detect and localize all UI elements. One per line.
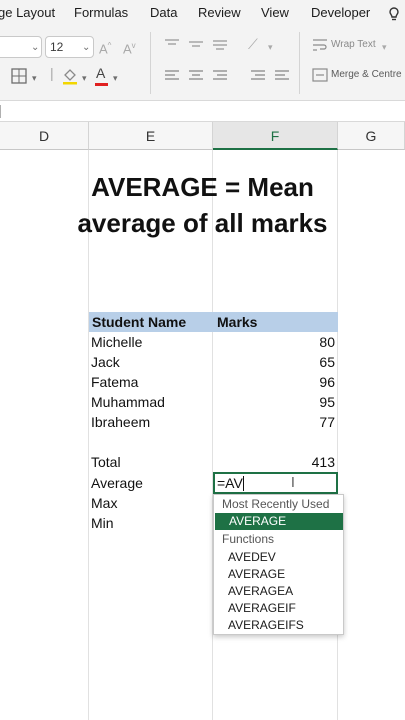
function-autocomplete-dropdown: Most Recently Used AVERAGE Functions AVE… xyxy=(213,494,344,635)
increase-font-icon[interactable]: A^ xyxy=(99,39,111,56)
ribbon-separator xyxy=(150,32,151,94)
fill-color-icon[interactable] xyxy=(62,67,78,85)
student-name-cell[interactable]: Fatema xyxy=(91,372,138,392)
mark-cell[interactable]: 96 xyxy=(215,372,335,392)
column-header-g[interactable]: G xyxy=(338,122,405,150)
tab-view[interactable]: View xyxy=(261,5,289,20)
column-header-e[interactable]: E xyxy=(89,122,213,150)
merge-centre-button[interactable]: Merge & Centre xyxy=(331,69,402,80)
ribbon-home: ⌄ 12 ⌄ A^ Av ▾ | ▾ A ▾ ⟋ ▾ Wrap Text ▾ M… xyxy=(0,28,405,100)
total-value[interactable]: 413 xyxy=(215,452,335,472)
tab-formulas[interactable]: Formulas xyxy=(74,5,128,20)
table-header-marks[interactable]: Marks xyxy=(217,312,257,332)
wrap-text-icon[interactable] xyxy=(312,38,328,52)
mark-cell[interactable]: 80 xyxy=(215,332,335,352)
column-header-f[interactable]: F xyxy=(213,122,338,150)
chevron-down-icon[interactable]: ▾ xyxy=(382,40,387,54)
student-name-cell[interactable]: Muhammad xyxy=(91,392,165,412)
text-caret xyxy=(243,476,244,491)
tab-data[interactable]: Data xyxy=(150,5,177,20)
font-color-icon[interactable]: A xyxy=(96,66,105,80)
chevron-down-icon[interactable]: ▾ xyxy=(113,71,118,85)
lightbulb-icon[interactable] xyxy=(383,4,405,24)
functions-section-header: Functions xyxy=(222,532,275,546)
tab-review[interactable]: Review xyxy=(198,5,241,20)
horizontal-align-icons[interactable] xyxy=(163,68,293,84)
autocomplete-item[interactable]: AVERAGEA xyxy=(228,584,293,598)
merge-centre-icon[interactable] xyxy=(312,68,328,82)
chevron-down-icon: ⌄ xyxy=(82,42,91,53)
column-header-d[interactable]: D xyxy=(0,122,89,150)
decrease-font-icon[interactable]: Av xyxy=(123,39,136,56)
student-name-cell[interactable]: Ibraheem xyxy=(91,412,150,432)
ribbon-separator xyxy=(299,32,300,94)
tab-page-layout[interactable]: ge Layout xyxy=(0,5,55,20)
borders-icon[interactable] xyxy=(11,68,27,84)
autocomplete-item[interactable]: AVERAGE xyxy=(228,567,285,581)
active-cell-text: =AV xyxy=(217,475,243,491)
autocomplete-item-selected[interactable]: AVERAGE xyxy=(215,513,343,530)
recent-section-header: Most Recently Used xyxy=(222,497,330,511)
student-name-cell[interactable]: Michelle xyxy=(91,332,142,352)
chevron-down-icon: ⌄ xyxy=(31,42,40,53)
headline-line-2: average of all marks xyxy=(77,208,328,238)
chevron-down-icon[interactable]: ▾ xyxy=(32,71,37,85)
tab-developer[interactable]: Developer xyxy=(311,5,370,20)
font-color-swatch xyxy=(95,83,108,86)
autocomplete-item[interactable]: AVERAGEIF xyxy=(228,601,296,615)
autocomplete-item[interactable]: AVEDEV xyxy=(228,550,276,564)
ribbon-tab-bar: ge Layout Formulas Data Review View Deve… xyxy=(0,0,405,28)
min-label[interactable]: Min xyxy=(91,513,114,533)
average-label[interactable]: Average xyxy=(91,473,143,493)
total-label[interactable]: Total xyxy=(91,452,121,472)
ibeam-cursor-icon: I xyxy=(291,476,295,491)
chevron-down-icon[interactable]: ▾ xyxy=(82,71,87,85)
divider-icon: | xyxy=(50,65,54,81)
font-size-value: 12 xyxy=(50,40,64,54)
orientation-icon[interactable]: ⟋ xyxy=(248,37,258,51)
mark-cell[interactable]: 65 xyxy=(215,352,335,372)
headline-line-1: AVERAGE = Mean xyxy=(91,172,314,202)
table-header-student-name[interactable]: Student Name xyxy=(92,312,186,332)
max-label[interactable]: Max xyxy=(91,493,117,513)
font-size-select[interactable]: 12 ⌄ xyxy=(45,36,94,58)
active-cell-f-average[interactable]: =AV I xyxy=(213,472,338,494)
font-name-select[interactable]: ⌄ xyxy=(0,36,42,58)
formula-bar[interactable] xyxy=(0,100,405,122)
formula-bar-divider xyxy=(0,105,1,118)
autocomplete-item-label: AVERAGE xyxy=(229,514,287,528)
autocomplete-item[interactable]: AVERAGEIFS xyxy=(228,618,304,632)
chevron-down-icon[interactable]: ▾ xyxy=(268,40,273,54)
wrap-text-button[interactable]: Wrap Text xyxy=(331,39,376,50)
student-name-cell[interactable]: Jack xyxy=(91,352,120,372)
mark-cell[interactable]: 77 xyxy=(215,412,335,432)
mark-cell[interactable]: 95 xyxy=(215,392,335,412)
